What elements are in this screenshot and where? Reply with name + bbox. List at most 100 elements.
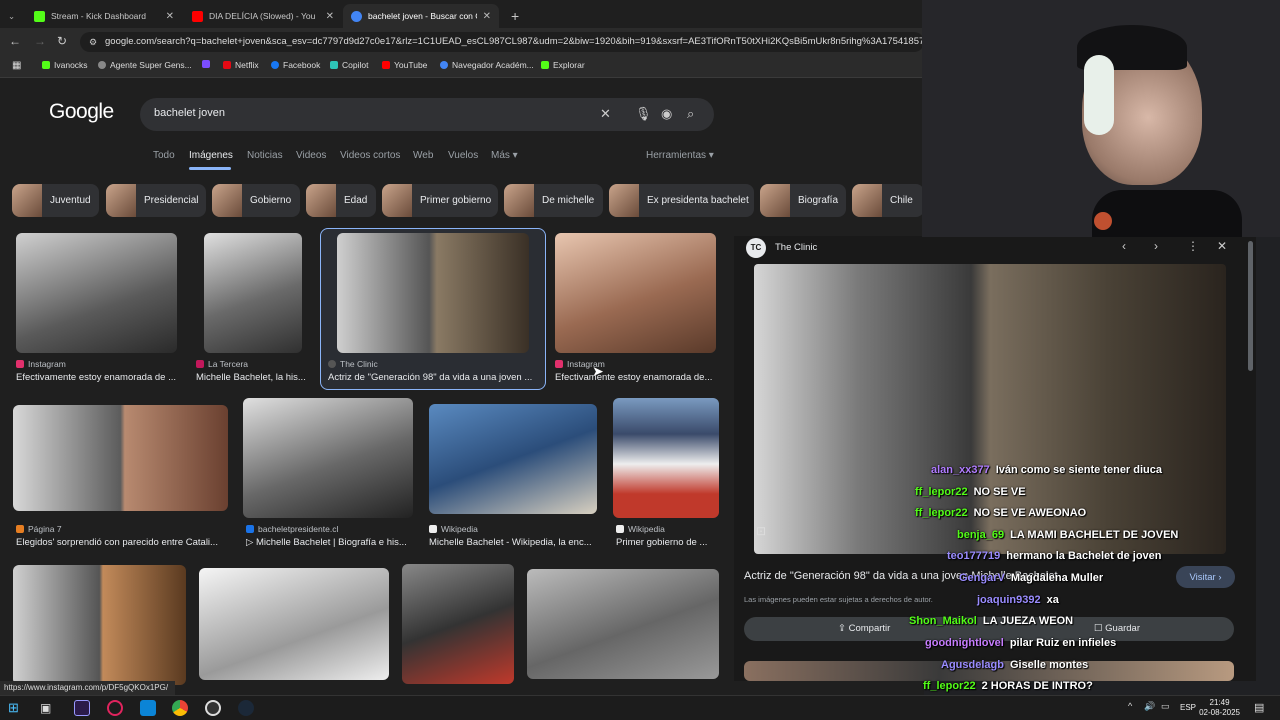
chip-thumbnail — [852, 184, 882, 217]
image-result-thumbnail[interactable] — [527, 569, 719, 679]
microphone-icon[interactable]: 🎙 — [635, 106, 652, 122]
opera-icon[interactable] — [107, 700, 123, 716]
obs-icon[interactable] — [205, 700, 221, 716]
network-icon[interactable]: ▭ — [1161, 701, 1170, 712]
close-panel-icon[interactable]: ✕ — [1217, 239, 1227, 253]
panel-scrollbar[interactable] — [1248, 241, 1253, 371]
panel-source[interactable]: The Clinic — [775, 242, 817, 253]
volume-icon[interactable]: 🔊 — [1144, 701, 1155, 712]
instagram-icon — [16, 360, 24, 368]
image-result-thumbnail[interactable] — [402, 564, 514, 684]
back-icon[interactable]: ← — [9, 34, 21, 48]
chip-chile[interactable]: Chile — [852, 184, 924, 217]
language-indicator[interactable]: ESP — [1180, 703, 1196, 712]
tab-web[interactable]: Web — [413, 150, 433, 161]
result-thumbnail[interactable] — [613, 398, 719, 518]
bookmark[interactable]: YouTube — [382, 60, 427, 70]
close-icon[interactable]: ✕ — [326, 11, 334, 22]
apps-icon[interactable]: ▦ — [12, 60, 21, 71]
share-button[interactable]: ⇪ Compartir — [838, 623, 890, 634]
chat-message: ff_lepor22 2 HORAS DE INTRO? — [923, 680, 1093, 692]
result-source: Wikipedia — [429, 524, 478, 534]
chrome-icon[interactable] — [172, 700, 188, 716]
app-icon[interactable] — [140, 700, 156, 716]
chip-primer-gobierno[interactable]: Primer gobierno — [382, 184, 498, 217]
tab-videos[interactable]: Videos — [296, 150, 326, 161]
tab-all[interactable]: Todo — [153, 150, 175, 161]
tab-google[interactable]: bachelet joven - Buscar con Go ✕ — [343, 4, 499, 28]
search-input[interactable]: bachelet joven — [154, 107, 225, 119]
site-info-icon[interactable]: ⚙ — [89, 37, 97, 48]
bookmark[interactable]: Facebook — [271, 60, 320, 70]
new-tab-button[interactable]: + — [503, 4, 523, 28]
chip-de-michelle[interactable]: De michelle — [504, 184, 603, 217]
bookmark[interactable]: Agente Super Gens... — [98, 60, 192, 70]
chip-edad[interactable]: Edad — [306, 184, 376, 217]
result-thumbnail[interactable] — [243, 398, 413, 518]
clock[interactable]: 21:49 02-08-2025 — [1199, 698, 1240, 718]
tab-youtube[interactable]: DIA DELÍCIA (Slowed) - You ✕ — [184, 4, 342, 28]
tab-images[interactable]: Imágenes — [189, 150, 233, 161]
google-logo[interactable]: Google — [49, 100, 114, 124]
task-view-icon[interactable]: ▣ — [40, 700, 56, 716]
result-thumbnail[interactable] — [337, 233, 529, 353]
bookmark[interactable]: Copilot — [330, 60, 368, 70]
result-title[interactable]: Primer gobierno de ... — [616, 537, 721, 548]
previous-icon[interactable]: ‹ — [1122, 239, 1126, 253]
search-icon[interactable]: ⌕ — [687, 106, 694, 122]
reload-icon[interactable]: ↻ — [57, 34, 67, 48]
close-icon[interactable]: ✕ — [166, 11, 174, 22]
chip-biografia[interactable]: Biografía — [760, 184, 846, 217]
result-title[interactable]: Efectivamente estoy enamorada de ... — [16, 372, 181, 383]
bookmark-label: Agente Super Gens... — [110, 60, 192, 70]
next-icon[interactable]: › — [1154, 239, 1158, 253]
result-thumbnail[interactable] — [204, 233, 302, 353]
url-input[interactable]: google.com/search?q=bachelet+joven&sca_e… — [80, 32, 924, 52]
result-thumbnail[interactable] — [13, 405, 228, 511]
image-result-thumbnail[interactable] — [199, 568, 389, 680]
chip-gobierno[interactable]: Gobierno — [212, 184, 300, 217]
result-title[interactable]: Efectivamente estoy enamorada de... — [555, 372, 720, 383]
search-box[interactable]: bachelet joven ✕ 🎙 ◉ ⌕ — [140, 98, 714, 131]
result-title[interactable]: Actriz de "Generación 98" da vida a una … — [328, 372, 538, 383]
windows-start-icon[interactable]: ⊞ — [8, 700, 24, 716]
bookmark[interactable]: Explorar — [541, 60, 585, 70]
bookmark[interactable] — [202, 60, 210, 68]
tools-button[interactable]: Herramientas ▾ — [646, 150, 714, 161]
result-title[interactable]: Elegidos' sorprendió con parecido entre … — [16, 537, 226, 548]
tray-arrow-icon[interactable]: ^ — [1128, 701, 1132, 711]
tab-more[interactable]: Más ▾ — [491, 150, 518, 161]
bookmark[interactable]: Navegador Académ... — [440, 60, 534, 70]
tab-search-button[interactable]: ⌄ — [0, 4, 26, 28]
kick-icon — [42, 61, 50, 69]
chip-juventud[interactable]: Juventud — [12, 184, 99, 217]
result-title[interactable]: ▷ Michelle Bachelet | Biografía e his... — [246, 537, 414, 548]
more-options-icon[interactable]: ⋮ — [1187, 239, 1199, 253]
chip-presidencial[interactable]: Presidencial — [106, 184, 206, 217]
chip-label: Edad — [344, 195, 368, 206]
steam-icon[interactable] — [238, 700, 254, 716]
result-title[interactable]: Michelle Bachelet - Wikipedia, la enc... — [429, 537, 599, 548]
close-icon[interactable]: ✕ — [483, 11, 491, 22]
tab-news[interactable]: Noticias — [247, 150, 283, 161]
tab-kick[interactable]: Stream - Kick Dashboard ✕ — [26, 4, 182, 28]
result-title[interactable]: Michelle Bachelet, la his... — [196, 372, 314, 383]
notification-icon[interactable]: ▤ — [1254, 701, 1264, 714]
tab-flights[interactable]: Vuelos — [448, 150, 478, 161]
active-tab-indicator — [189, 167, 231, 170]
tab-short-videos[interactable]: Videos cortos — [340, 150, 400, 161]
lens-icon[interactable]: ◉ — [661, 106, 672, 122]
source-label: Wikipedia — [628, 524, 665, 534]
clear-icon[interactable]: ✕ — [600, 106, 611, 122]
result-thumbnail[interactable] — [16, 233, 177, 353]
result-thumbnail[interactable] — [555, 233, 716, 353]
bookmark[interactable]: Netflix — [223, 60, 259, 70]
chat-username: GengarV — [959, 572, 1005, 584]
forward-icon[interactable]: → — [34, 34, 46, 48]
result-thumbnail[interactable] — [429, 404, 597, 514]
image-result-thumbnail[interactable] — [13, 565, 186, 685]
bookmark[interactable]: Ivanocks — [42, 60, 88, 70]
lens-search-icon[interactable]: ⊡ — [756, 524, 766, 538]
chip-ex-presidenta[interactable]: Ex presidenta bachelet — [609, 184, 754, 217]
after-effects-icon[interactable] — [74, 700, 90, 716]
